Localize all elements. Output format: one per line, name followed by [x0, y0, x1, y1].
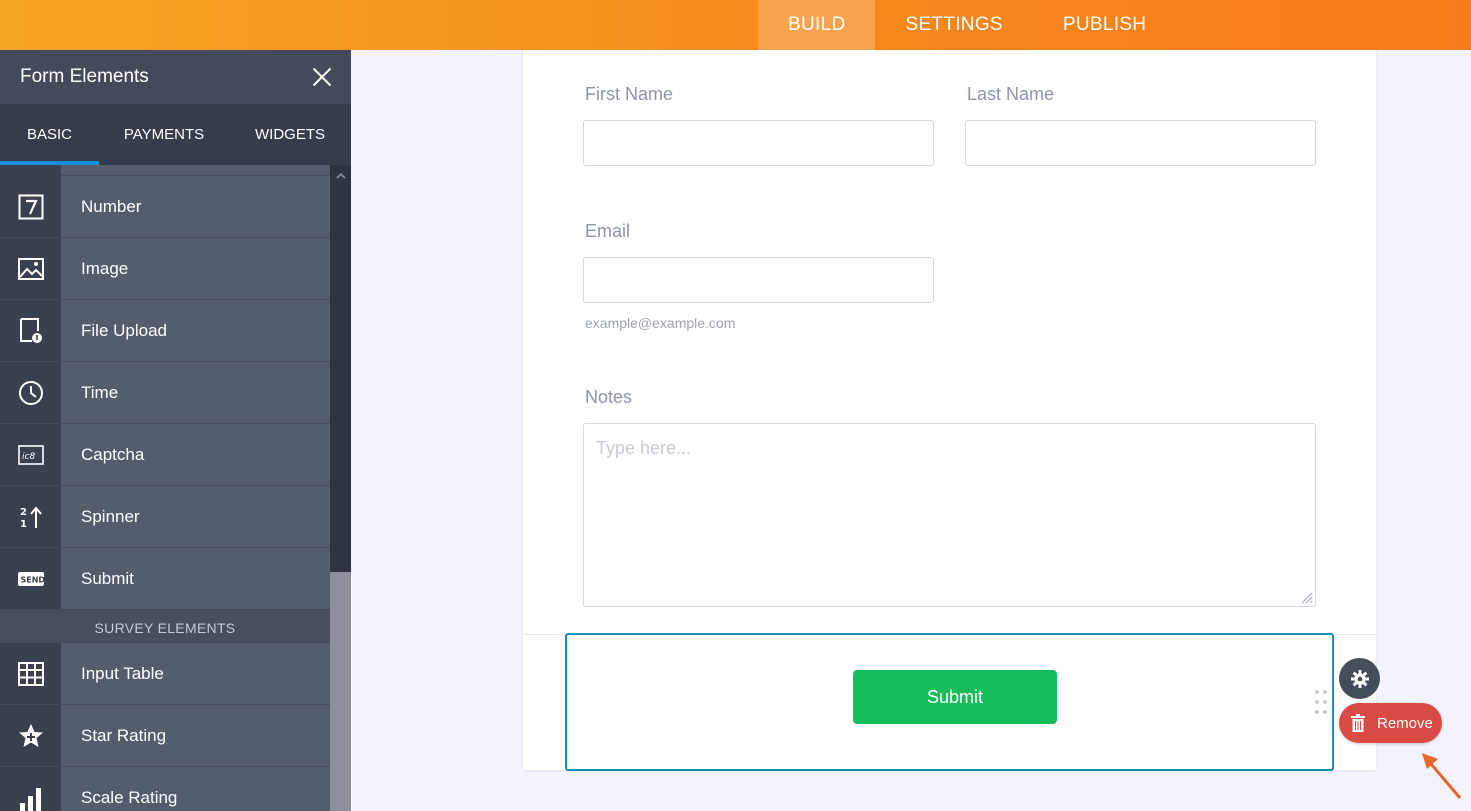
- email-label: Email: [585, 221, 631, 241]
- sidebar-item-spinner[interactable]: 21 Spinner: [0, 486, 330, 548]
- sidebar-item-label: Number: [61, 176, 330, 237]
- first-name-input[interactable]: [583, 120, 934, 166]
- spinner-icon: 21: [0, 486, 61, 547]
- send-icon: SEND: [0, 548, 61, 609]
- field-settings-button[interactable]: [1339, 658, 1380, 699]
- trash-icon: [1339, 714, 1377, 732]
- notes-placeholder: Type here...: [596, 438, 692, 458]
- tab-publish[interactable]: PUBLISH: [1033, 0, 1176, 50]
- sidebar-item-file-upload[interactable]: File Upload: [0, 300, 330, 362]
- resize-handle-icon[interactable]: [1299, 590, 1313, 604]
- tab-payments[interactable]: PAYMENTS: [99, 104, 229, 165]
- notes-label: Notes: [585, 387, 633, 407]
- svg-text:2: 2: [20, 507, 27, 518]
- sidebar-item-label: Input Table: [61, 643, 330, 704]
- star-icon: [0, 705, 61, 766]
- remove-button[interactable]: Remove: [1339, 703, 1442, 743]
- drag-handle-icon[interactable]: [1314, 689, 1328, 715]
- sidebar-item-number[interactable]: Number: [0, 176, 330, 238]
- scrollbar-thumb[interactable]: [330, 572, 351, 811]
- file-upload-icon: [0, 300, 61, 361]
- section-title: SURVEY ELEMENTS: [0, 610, 330, 643]
- sidebar-title: Form Elements: [20, 66, 149, 87]
- sidebar-item-star-rating[interactable]: Star Rating: [0, 705, 330, 767]
- tab-basic[interactable]: BASIC: [0, 104, 99, 165]
- gear-icon: [1350, 669, 1369, 688]
- captcha-icon: ic8: [0, 424, 61, 485]
- last-name-input[interactable]: [965, 120, 1316, 166]
- top-bar: BUILD SETTINGS PUBLISH: [0, 0, 1471, 50]
- first-name-label: First Name: [585, 84, 674, 104]
- svg-text:ic8: ic8: [22, 452, 35, 462]
- close-icon[interactable]: [309, 64, 335, 90]
- sidebar-item-label: Star Rating: [61, 705, 330, 766]
- sidebar-item-label: File Upload: [61, 300, 330, 361]
- sidebar-item-input-table[interactable]: Input Table: [0, 643, 330, 705]
- sidebar-item-label: Spinner: [61, 486, 330, 547]
- sidebar-item-submit[interactable]: SEND Submit: [0, 548, 330, 610]
- sidebar-item-scale-rating[interactable]: Scale Rating: [0, 767, 330, 811]
- tab-build[interactable]: BUILD: [758, 0, 876, 50]
- sidebar-item-label: Time: [61, 362, 330, 423]
- pointer-arrow-icon: [1422, 753, 1462, 799]
- email-input[interactable]: [583, 257, 934, 303]
- chevron-up-icon[interactable]: [330, 165, 351, 185]
- sidebar-scrollbar[interactable]: [330, 165, 351, 811]
- clock-icon: [0, 362, 61, 423]
- email-hint: example@example.com: [585, 315, 736, 331]
- sidebar-item-label: Submit: [61, 548, 330, 609]
- tab-widgets[interactable]: WIDGETS: [229, 104, 351, 165]
- sidebar-item-captcha[interactable]: ic8 Captcha: [0, 424, 330, 486]
- tab-settings[interactable]: SETTINGS: [875, 0, 1032, 50]
- last-name-label: Last Name: [967, 84, 1055, 104]
- svg-text:SEND: SEND: [20, 575, 44, 584]
- sidebar-item-label: Captcha: [61, 424, 330, 485]
- sidebar-item-label: Image: [61, 238, 330, 299]
- svg-text:1: 1: [20, 519, 27, 530]
- table-grid-icon: [0, 643, 61, 704]
- notes-textarea[interactable]: Type here...: [583, 423, 1316, 607]
- sidebar-item-image[interactable]: Image: [0, 238, 330, 300]
- remove-label: Remove: [1377, 714, 1433, 732]
- sidebar-header: Form Elements: [0, 50, 351, 104]
- top-nav: BUILD SETTINGS PUBLISH: [758, 0, 1176, 50]
- image-icon: [0, 238, 61, 299]
- sidebar-item-label: Scale Rating: [61, 767, 330, 811]
- form-elements-sidebar: Form Elements BASIC PAYMENTS WIDGETS Num…: [0, 50, 351, 811]
- list-item-partial: [0, 165, 330, 176]
- sidebar-tabs: BASIC PAYMENTS WIDGETS: [0, 104, 351, 165]
- bar-chart-icon: [0, 767, 61, 811]
- number-7-icon: [0, 176, 61, 237]
- submit-button[interactable]: Submit: [853, 670, 1057, 724]
- element-list: Number Image File Upload Time ic8 Captch…: [0, 165, 330, 811]
- sidebar-item-time[interactable]: Time: [0, 362, 330, 424]
